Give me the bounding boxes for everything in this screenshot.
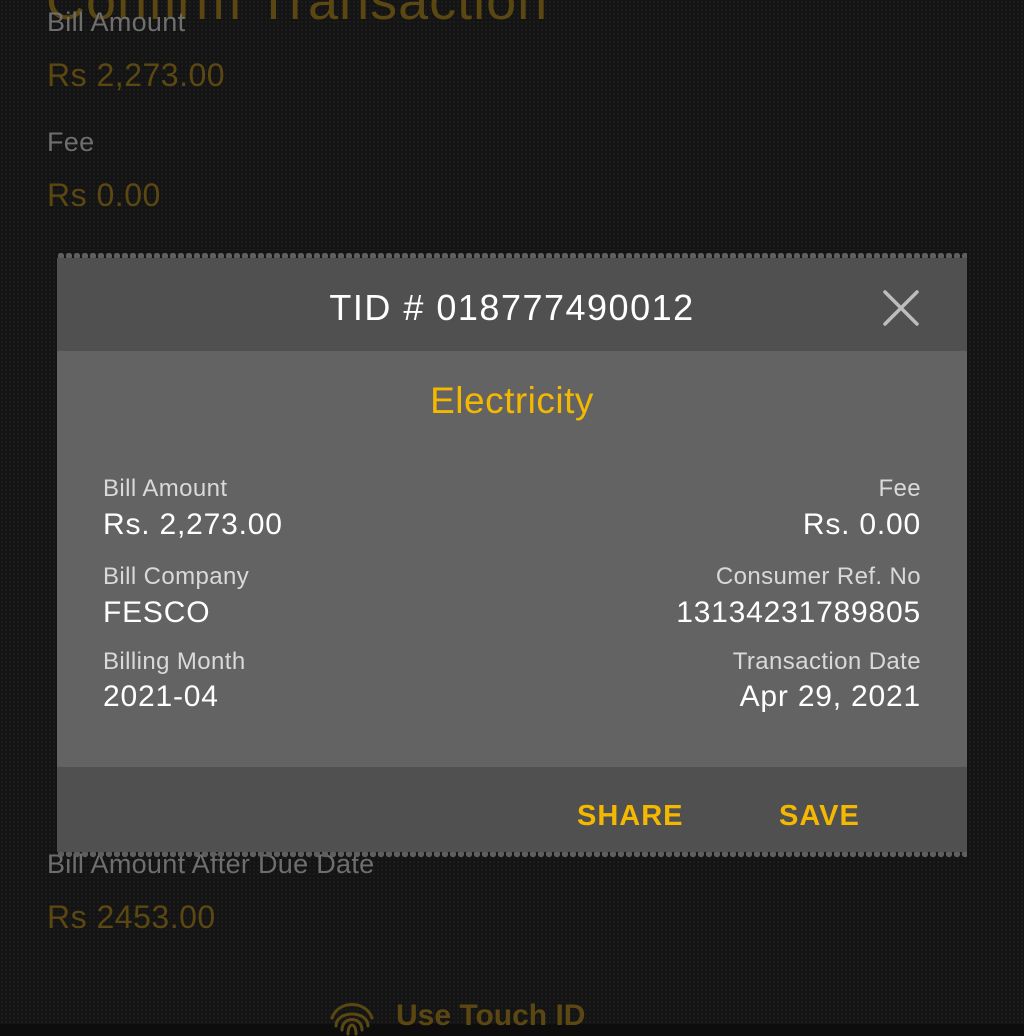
background-value: Rs 2,273.00 xyxy=(47,57,226,93)
fee-value: Rs. 0.00 xyxy=(802,508,921,541)
billing-month-value: 2021-04 xyxy=(103,680,219,713)
transaction-date-value: Apr 29, 2021 xyxy=(739,680,921,713)
dialog-header: TID # 018777490012 xyxy=(57,258,967,351)
dialog-title: TID # 018777490012 xyxy=(329,287,695,328)
touch-id-button[interactable]: Use Touch ID xyxy=(330,996,585,1036)
background-value: Rs 0.00 xyxy=(47,177,161,213)
transaction-date-label: Transaction Date xyxy=(732,648,921,675)
dialog-footer: SHARE SAVE xyxy=(57,767,967,852)
close-button[interactable] xyxy=(881,288,921,328)
bill-amount-value: Rs. 2,273.00 xyxy=(103,508,283,541)
background-label: Bill Amount xyxy=(47,7,186,37)
background-field-bill-amount: Bill Amount Rs 2,273.00 xyxy=(47,6,225,94)
bill-category: Electricity xyxy=(430,380,594,421)
background-field-bill-amount-after-due-date: Bill Amount After Due Date Rs 2453.00 xyxy=(47,848,374,936)
billing-month-label: Billing Month xyxy=(103,648,246,675)
consumer-ref-label: Consumer Ref. No xyxy=(715,563,921,590)
share-button[interactable]: SHARE xyxy=(577,799,684,833)
background-label: Fee xyxy=(47,127,95,157)
background-value: Rs 2453.00 xyxy=(47,899,216,935)
bill-amount-label: Bill Amount xyxy=(103,475,228,502)
background-field-fee: Fee Rs 0.00 xyxy=(47,126,161,214)
save-button[interactable]: SAVE xyxy=(779,799,860,833)
close-icon xyxy=(883,290,919,326)
fingerprint-icon xyxy=(330,1003,374,1036)
consumer-ref-value: 13134231789805 xyxy=(676,596,921,629)
bill-company-value: FESCO xyxy=(103,596,211,629)
fee-label: Fee xyxy=(878,475,921,502)
transaction-receipt-dialog: TID # 018777490012 Electricity Bill Amou… xyxy=(57,252,967,858)
bill-company-label: Bill Company xyxy=(103,563,250,590)
touch-id-label: Use Touch ID xyxy=(396,999,586,1032)
